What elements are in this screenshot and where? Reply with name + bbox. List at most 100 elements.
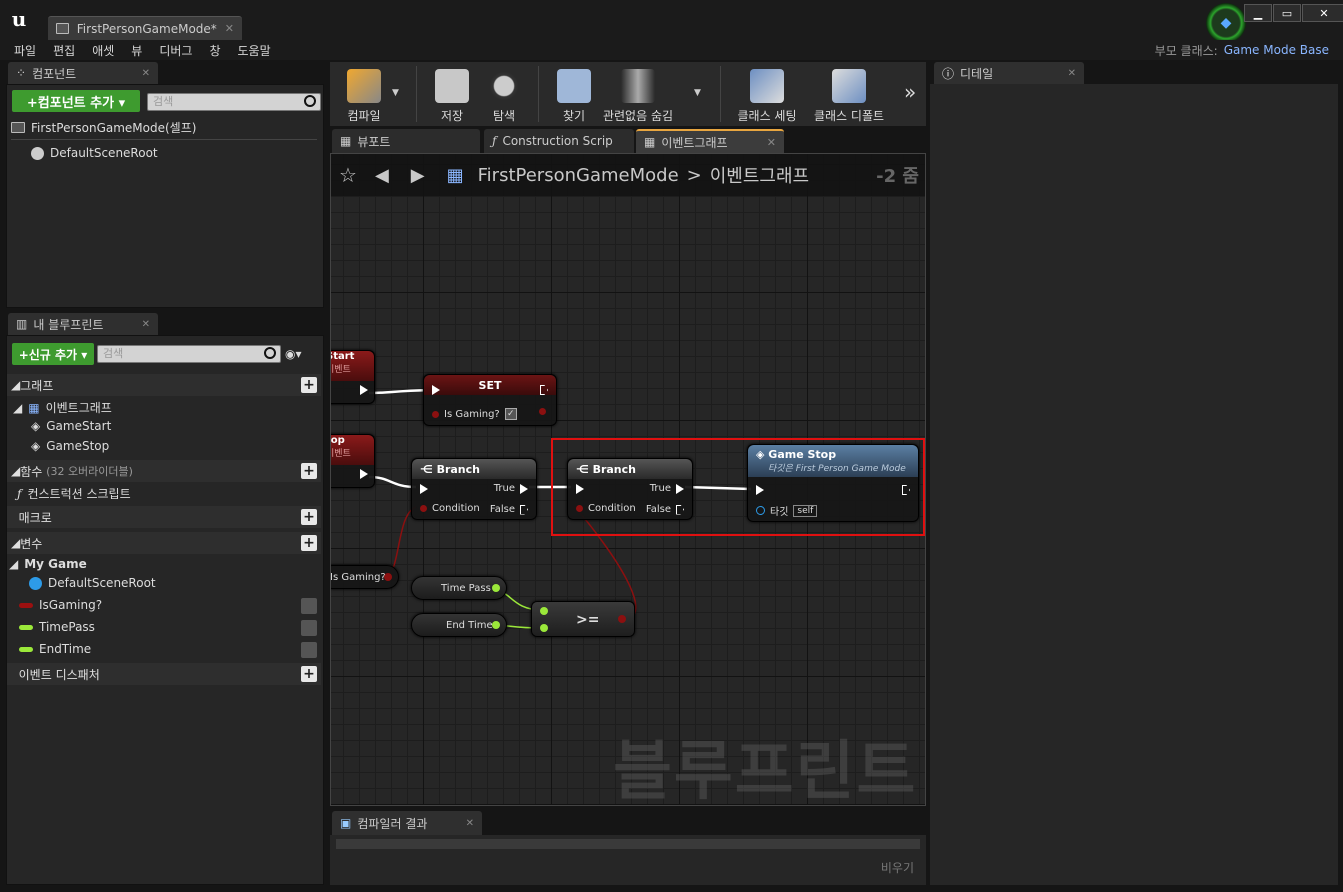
details-tab[interactable]: ⓘ 디테일 ✕ [934, 62, 1084, 84]
variable-group[interactable]: ◢ My Game [9, 557, 87, 571]
isgaming-input-pin[interactable]: Is Gaming? ✓ [432, 408, 517, 420]
true-pin[interactable]: True [494, 483, 528, 494]
close-tab-icon[interactable]: ✕ [142, 319, 150, 330]
variable-item[interactable]: IsGaming? [19, 598, 323, 614]
variable-label: EndTime [39, 642, 92, 656]
menu-window[interactable]: 창 [209, 42, 220, 59]
menu-edit[interactable]: 편집 [53, 42, 75, 59]
variable-item[interactable]: DefaultSceneRoot [29, 576, 156, 590]
event-item-gamestop[interactable]: ◈ GameStop [31, 439, 109, 453]
close-tab-icon[interactable]: ✕ [1068, 68, 1076, 79]
tab-viewport[interactable]: ▦ 뷰포트 [332, 129, 480, 153]
exec-wire [368, 475, 417, 489]
blueprint-search-input[interactable]: 검색 [97, 345, 281, 363]
clear-button[interactable]: 비우기 [881, 859, 914, 876]
minimize-button[interactable]: ▁ [1244, 4, 1272, 22]
close-tab-icon[interactable]: ✕ [225, 22, 234, 35]
menu-help[interactable]: 도움말 [238, 42, 271, 59]
menu-debug[interactable]: 디버그 [159, 42, 192, 59]
hide-unrelated-dropdown[interactable]: ▼ [694, 88, 701, 98]
add-new-button[interactable]: +신규 추가 ▾ [12, 343, 94, 365]
node-gamestart-event[interactable]: Start 이벤트 [331, 350, 375, 404]
my-blueprint-tab[interactable]: ▥ 내 블루프린트 ✕ [8, 313, 158, 335]
close-tab-icon[interactable]: ✕ [142, 68, 150, 79]
condition-pin[interactable]: Condition [420, 503, 480, 514]
bool-output-pin[interactable] [384, 573, 392, 581]
source-control-status-icon[interactable]: ◆ [1206, 3, 1246, 43]
document-tab[interactable]: FirstPersonGameMode* ✕ [48, 16, 242, 40]
node-get-endtime[interactable]: End Time [411, 613, 507, 637]
exec-in-pin[interactable] [756, 485, 764, 495]
exec-in-pin[interactable] [432, 385, 440, 395]
node-gamestop-event[interactable]: top 이벤트 [331, 434, 375, 488]
maximize-button[interactable]: ▭ [1273, 4, 1301, 22]
add-variable-button[interactable]: + [301, 535, 317, 551]
visibility-toggle-icon[interactable] [301, 620, 317, 636]
macros-category[interactable]: 매크로 + [7, 506, 321, 528]
menu-asset[interactable]: 애셋 [92, 42, 114, 59]
close-tab-icon[interactable]: ✕ [767, 136, 776, 149]
close-window-button[interactable]: ✕ [1302, 4, 1343, 22]
variables-category[interactable]: ◢ 변수 + [7, 532, 321, 554]
node-get-isgaming[interactable]: Is Gaming? [331, 565, 399, 589]
visibility-eye-icon[interactable]: ◉▾ [285, 347, 302, 361]
target-pin[interactable]: 타깃 self [756, 503, 818, 518]
variable-item[interactable]: EndTime [19, 642, 323, 658]
false-pin[interactable]: False [490, 504, 528, 515]
unreal-logo-icon[interactable]: u [6, 6, 32, 32]
visibility-toggle-icon[interactable] [301, 642, 317, 658]
float-input-pin-b[interactable] [540, 624, 548, 632]
compiler-results-tab[interactable]: ▣ 컴파일러 결과 ✕ [332, 811, 482, 835]
dispatchers-category[interactable]: 이벤트 디스패처 + [7, 663, 321, 685]
add-component-button[interactable]: +컴포넌트 추가 ▾ [12, 90, 140, 112]
browse-button[interactable]: 탐색 [472, 66, 536, 124]
visibility-toggle-icon[interactable] [301, 598, 317, 614]
bool-output-pin[interactable] [539, 408, 546, 415]
exec-arrow-icon [520, 483, 528, 494]
float-output-pin[interactable] [492, 621, 500, 629]
event-graph-canvas[interactable]: ☆ ◀ ▶ ▦ FirstPersonGameMode > 이벤트그래프 -2 … [330, 153, 926, 806]
node-game-stop-call[interactable]: ◈ Game Stop 타깃은 First Person Game Mode 타… [747, 444, 919, 522]
compile-button[interactable]: 컴파일 [332, 66, 396, 124]
component-root-row[interactable]: FirstPersonGameMode(셀프) [11, 119, 196, 136]
parent-class-link[interactable]: Game Mode Base [1224, 43, 1329, 57]
close-tab-icon[interactable]: ✕ [466, 818, 474, 829]
add-function-button[interactable]: + [301, 463, 317, 479]
menu-file[interactable]: 파일 [14, 42, 36, 59]
exec-out-pin[interactable] [540, 385, 548, 395]
class-defaults-button[interactable]: 클래스 디폴트 [808, 66, 890, 124]
exec-out-pin[interactable] [360, 469, 368, 479]
add-graph-button[interactable]: + [301, 377, 317, 393]
add-dispatcher-button[interactable]: + [301, 666, 317, 682]
menu-view[interactable]: 뷰 [131, 42, 142, 59]
float-output-pin[interactable] [492, 584, 500, 592]
component-search-input[interactable]: 검색 [147, 93, 321, 111]
tab-event-graph[interactable]: ▦ 이벤트그래프 ✕ [636, 129, 784, 153]
exec-out-pin[interactable] [360, 385, 368, 395]
toolbar-overflow-icon[interactable]: » [904, 80, 916, 104]
add-macro-button[interactable]: + [301, 509, 317, 525]
node-subtitle: 이벤트 [331, 365, 351, 375]
variable-item[interactable]: TimePass [19, 620, 323, 636]
exec-out-pin[interactable] [902, 485, 910, 495]
hide-unrelated-button[interactable]: 관련없음 숨김 [596, 66, 680, 124]
class-settings-button[interactable]: 클래스 세팅 [726, 66, 808, 124]
event-graph-item[interactable]: ◢ ▦ 이벤트그래프 [13, 399, 112, 416]
node-greater-equal[interactable]: >= [531, 601, 635, 637]
graphs-category[interactable]: ◢ 그래프 + [7, 374, 321, 396]
exec-arrow-icon [360, 469, 368, 479]
checkbox[interactable]: ✓ [504, 408, 517, 420]
functions-category[interactable]: ◢ 함수 (32 오버라이더블) + [7, 460, 321, 482]
event-item-gamestart[interactable]: ◈ GameStart [31, 419, 111, 433]
construction-script-item[interactable]: ƒ 컨스트럭션 스크립트 [17, 485, 131, 502]
node-set-isgaming[interactable]: SET Is Gaming? ✓ [423, 374, 557, 426]
node-branch-1[interactable]: ⋲ Branch True Condition False [411, 458, 537, 520]
compile-options-dropdown[interactable]: ▼ [392, 88, 399, 98]
tab-construction-script[interactable]: ƒ Construction Scrip [484, 129, 634, 153]
float-input-pin-a[interactable] [540, 607, 548, 615]
exec-in-pin[interactable] [420, 484, 428, 494]
component-child-row[interactable]: DefaultSceneRoot [31, 146, 158, 160]
node-get-timepass[interactable]: Time Pass [411, 576, 507, 600]
components-tab[interactable]: ⁘ 컴포넌트 ✕ [8, 62, 158, 84]
bool-output-pin[interactable] [618, 615, 626, 623]
